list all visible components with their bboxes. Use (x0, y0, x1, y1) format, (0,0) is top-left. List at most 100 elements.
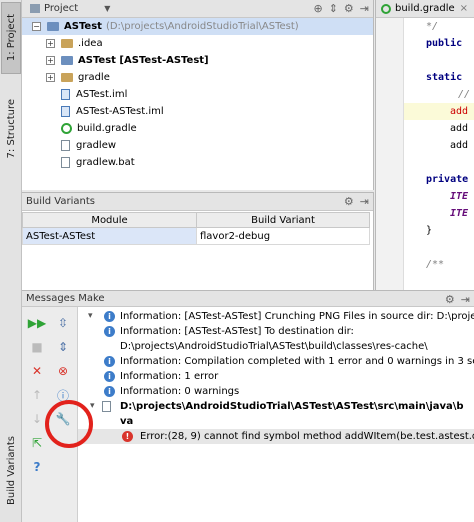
list-item[interactable]: va (78, 414, 474, 429)
tree-item-label: ASTest-ASTest.iml (76, 106, 164, 117)
up-arrow-icon[interactable]: ↑ (29, 387, 45, 403)
tree-item[interactable]: build.gradle (22, 120, 373, 137)
code-line: add (450, 140, 469, 151)
list-item[interactable]: i Information: Compilation completed wit… (78, 354, 474, 369)
tree-item[interactable]: + ASTest [ASTest-ASTest] (22, 52, 373, 69)
table-row[interactable]: ASTest-ASTest flavor2-debug (22, 227, 370, 245)
code-line: public (426, 38, 463, 49)
tree-item[interactable]: ASTest-ASTest.iml (22, 103, 373, 120)
tab-build-variants[interactable]: Build Variants (1, 424, 21, 516)
build-variants-header: Build Variants ⚙ ⇥ (22, 193, 373, 211)
stop-icon[interactable]: ■ (29, 339, 45, 355)
code-line: private (426, 174, 469, 185)
code-line: */ (426, 21, 439, 32)
highlight-circle-annotation (45, 400, 93, 448)
chevron-down-icon[interactable]: ▼ (104, 4, 110, 13)
list-item[interactable]: i Information: [ASTest-ASTest] To destin… (78, 324, 474, 339)
build-variants-panel: Build Variants ⚙ ⇥ Module Build Variant … (22, 192, 374, 290)
gear-icon[interactable]: ⚙ (445, 293, 455, 306)
tree-item[interactable]: + gradle (22, 69, 373, 86)
code-line: ITE (450, 208, 469, 219)
help-icon[interactable]: ? (29, 459, 45, 475)
messages-list: ▾ i Information: [ASTest-ASTest] Crunchi… (78, 307, 474, 444)
code-area[interactable]: */ public static // add add add private … (404, 18, 474, 273)
down-arrow-icon[interactable]: ↓ (29, 411, 45, 427)
collapse-toggle-icon[interactable]: − (32, 22, 41, 31)
build-variant-cell[interactable]: flavor2-debug (196, 227, 370, 245)
project-view-icon (30, 4, 40, 13)
tree-item[interactable]: gradlew.bat (22, 154, 373, 171)
java-file-icon (102, 401, 111, 412)
code-line: ITE (450, 191, 469, 202)
tree-item-label: ASTest (64, 21, 102, 32)
tree-item[interactable]: ASTest.iml (22, 86, 373, 103)
folder-icon (61, 39, 73, 48)
iml-file-icon (61, 89, 70, 100)
code-line-highlighted: add (404, 103, 474, 120)
gradle-icon (61, 123, 72, 134)
sync-icon[interactable]: ⊕ (313, 2, 322, 15)
chevron-down-icon[interactable]: ▾ (90, 399, 95, 414)
list-item[interactable]: i Information: 0 warnings (78, 384, 474, 399)
info-icon: i (104, 326, 115, 337)
tab-project[interactable]: 1: Project (1, 2, 21, 74)
column-header-module[interactable]: Module (22, 212, 197, 228)
code-line: /** (426, 259, 445, 270)
list-item[interactable]: D:\projects\AndroidStudioTrial\ASTest\bu… (78, 339, 474, 354)
project-panel-header: Project ▼ ⊕ ⇕ ⚙ ⇥ (22, 0, 373, 18)
close-icon[interactable]: × (460, 3, 468, 14)
gear-icon[interactable]: ⚙ (344, 195, 354, 208)
left-tool-strip: 1: Project 7: Structure Build Variants (0, 0, 22, 522)
tree-item[interactable]: gradlew (22, 137, 373, 154)
hide-icon[interactable]: ⇥ (360, 195, 369, 208)
module-cell[interactable]: ASTest-ASTest (22, 227, 197, 245)
tree-item[interactable]: − ASTest (D:\projects\AndroidStudioTrial… (22, 18, 373, 35)
chevron-down-icon[interactable]: ▾ (88, 309, 93, 324)
messages-panel: Messages Make ⚙ ⇥ ▶▶ ⇳ ■ ⇕ ✕ ⊗ ↑ ⓘ ↓ 🔧 ⇱… (22, 290, 474, 522)
export-icon[interactable]: ⇱ (29, 435, 45, 451)
iml-file-icon (61, 106, 70, 117)
expand-toggle-icon[interactable]: + (46, 56, 55, 65)
list-item[interactable]: ▾ D:\projects\AndroidStudioTrial\ASTest\… (78, 399, 474, 414)
tree-item-path: (D:\projects\AndroidStudioTrial\ASTest) (105, 21, 299, 32)
collapse-all-icon[interactable]: ⇕ (55, 339, 71, 355)
project-tree: − ASTest (D:\projects\AndroidStudioTrial… (22, 18, 373, 171)
gear-icon[interactable]: ⚙ (344, 2, 354, 15)
list-item[interactable]: ▾ i Information: [ASTest-ASTest] Crunchi… (78, 309, 474, 324)
project-view-label[interactable]: Project (44, 3, 78, 14)
info-icon: i (104, 386, 115, 397)
tab-structure[interactable]: 7: Structure (1, 88, 21, 170)
project-panel: Project ▼ ⊕ ⇕ ⚙ ⇥ − ASTest (D:\projects\… (22, 0, 374, 190)
error-row[interactable]: ! Error:(28, 9) cannot find symbol metho… (78, 429, 474, 444)
messages-title: Messages Make (26, 293, 105, 304)
hide-icon[interactable]: ⇥ (360, 2, 369, 15)
expand-toggle-icon[interactable]: + (46, 73, 55, 82)
file-icon (61, 157, 70, 168)
rerun-icon[interactable]: ▶▶ (28, 315, 46, 331)
build-variants-title: Build Variants (26, 196, 95, 207)
tree-item[interactable]: + .idea (22, 35, 373, 52)
expand-toggle-icon[interactable]: + (46, 39, 55, 48)
tree-item-label: gradlew.bat (76, 157, 135, 168)
code-line: // (458, 89, 471, 100)
list-item[interactable]: i Information: 1 error (78, 369, 474, 384)
tree-item-label: build.gradle (77, 123, 137, 134)
editor-tab-label: build.gradle (395, 3, 455, 14)
hide-icon[interactable]: ⇥ (461, 293, 470, 306)
editor-tab[interactable]: build.gradle × (376, 0, 474, 18)
code-line: } (426, 225, 433, 236)
module-folder-icon (61, 56, 73, 65)
folder-icon (61, 73, 73, 82)
tree-item-label: ASTest.iml (76, 89, 128, 100)
info-icon: i (104, 356, 115, 367)
folder-icon (47, 22, 59, 31)
expand-all-icon[interactable]: ⇳ (55, 315, 71, 331)
close-icon[interactable]: ✕ (29, 363, 45, 379)
code-line: add (450, 123, 469, 134)
collapse-icon[interactable]: ⇕ (329, 2, 338, 15)
error-filter-icon[interactable]: ⊗ (55, 363, 71, 379)
column-header-build-variant[interactable]: Build Variant (196, 212, 370, 228)
